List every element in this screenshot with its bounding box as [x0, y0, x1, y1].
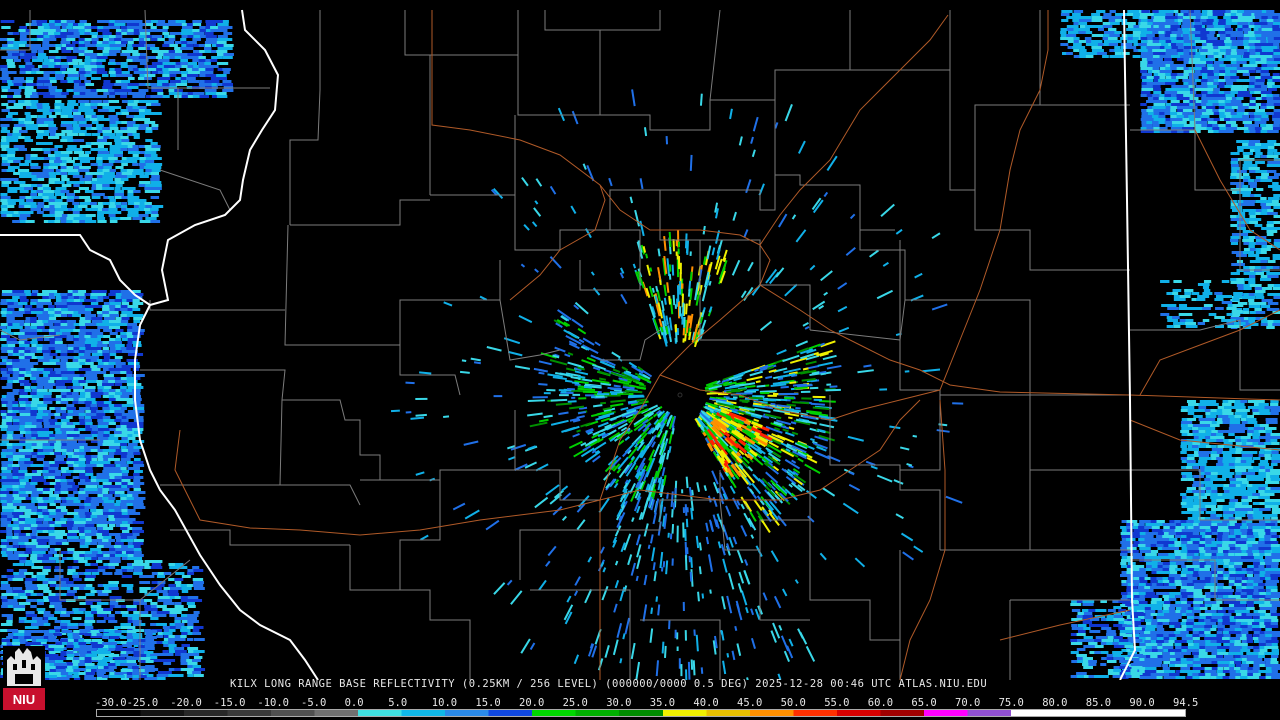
- colorbar-tick-label: 50.0: [780, 697, 806, 709]
- colorbar-tick-labels: -30.0 -25.0 -20.0 -15.0 -10.0 -5.0 0.0 5.0 10.0 1…: [95, 697, 1198, 709]
- colorbar-tick-label: 70.0: [955, 697, 981, 709]
- colorbar-tick-label: 75.0: [998, 697, 1024, 709]
- colorbar-tick-label: 94.5: [1173, 697, 1199, 709]
- map-background: [0, 0, 1280, 680]
- colorbar-tick-label: 10.0: [431, 697, 458, 709]
- colorbar-tick-label: 60.0: [867, 697, 894, 709]
- radar-map: [0, 0, 1280, 680]
- colorbar-tick-label: 65.0: [911, 697, 937, 709]
- niu-logo: NIU: [3, 646, 45, 714]
- colorbar-tick-label: 15.0: [475, 697, 501, 709]
- colorbar-tick-label: -15.0: [213, 697, 246, 709]
- radar-site-marker: [677, 392, 683, 398]
- colorbar-tick-label: -20.0: [170, 697, 202, 709]
- colorbar-tick-label: 25.0: [562, 697, 588, 709]
- colorbar-tick-label: -25.0: [126, 697, 159, 709]
- colorbar-tick-label: 30.0: [606, 697, 632, 709]
- colorbar-tick-label: 45.0: [737, 697, 763, 709]
- colorbar-tick-label: -5.0: [301, 697, 327, 709]
- product-caption: KILX LONG RANGE BASE REFLECTIVITY (0.25K…: [230, 678, 988, 690]
- colorbar-tick-label: -30.0: [95, 697, 127, 709]
- colorbar-tick-label: 90.0: [1129, 697, 1155, 709]
- colorbar-tick-label: 55.0: [824, 697, 850, 709]
- reflectivity-colorbar: [96, 709, 1186, 717]
- logo-text: NIU: [13, 692, 35, 707]
- colorbar-tick-label: -10.0: [257, 697, 289, 709]
- colorbar-tick-label: 5.0: [388, 697, 408, 709]
- colorbar-tick-label: 20.0: [519, 697, 545, 709]
- colorbar-tick-label: 0.0: [344, 697, 364, 709]
- colorbar-tick-label: 35.0: [649, 697, 676, 709]
- colorbar-tick-label: 80.0: [1042, 697, 1068, 709]
- colorbar-tick-label: 85.0: [1085, 697, 1112, 709]
- colorbar-tick-label: 40.0: [693, 697, 719, 709]
